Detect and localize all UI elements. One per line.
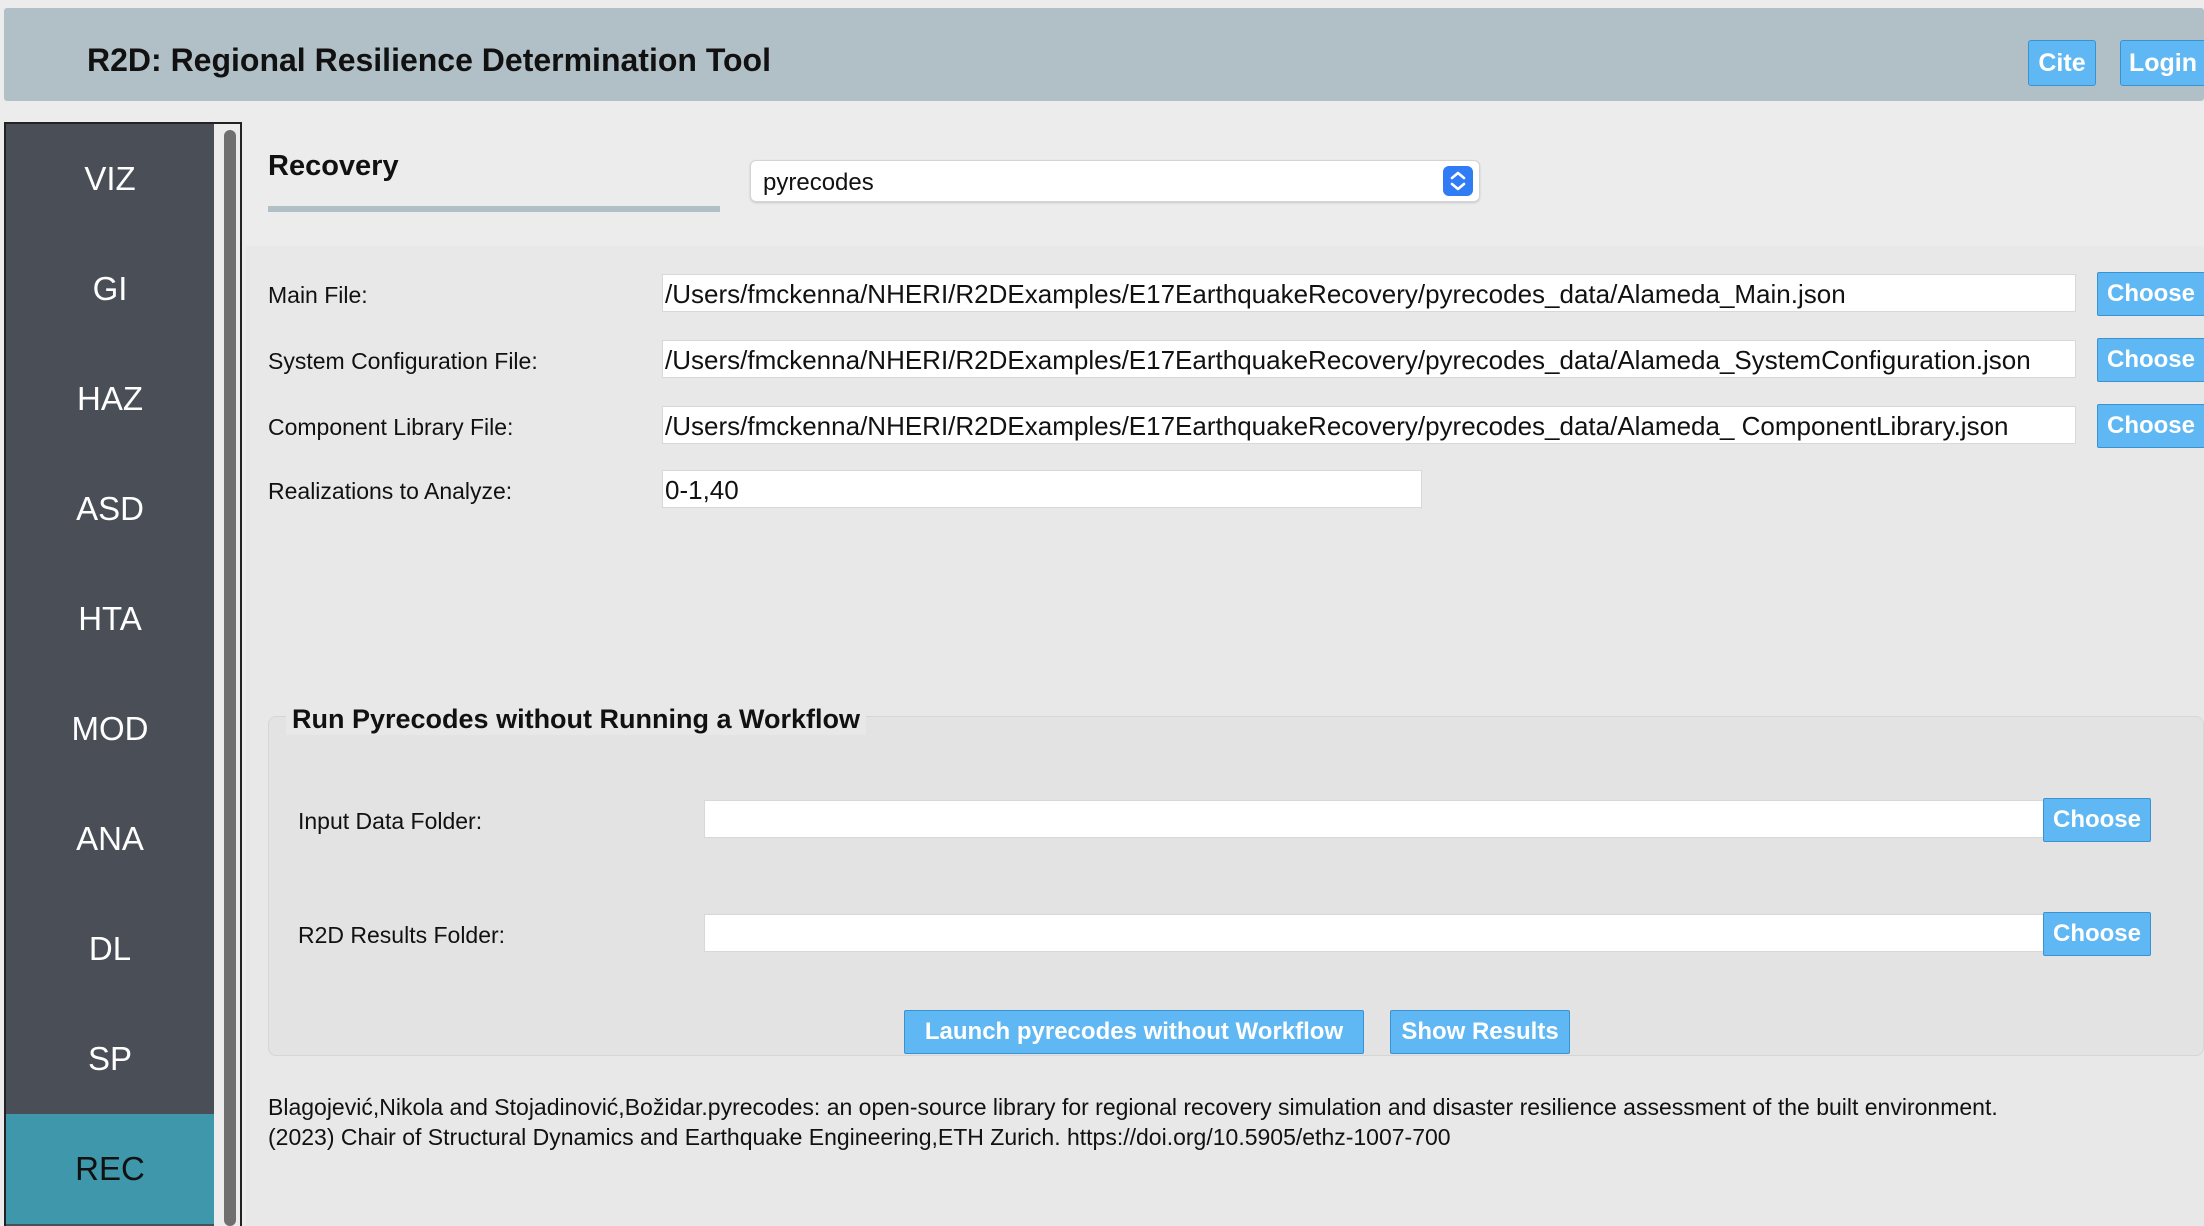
results-folder-choose-button[interactable]: Choose	[2043, 912, 2151, 956]
sidebar-scrollbar[interactable]	[218, 124, 240, 1226]
results-folder-label: R2D Results Folder:	[298, 922, 506, 948]
recovery-method-select[interactable]: pyrecodes	[750, 160, 1480, 202]
realizations-input[interactable]: 0-1,40	[662, 470, 1422, 508]
sidebar-item-sp[interactable]: SP	[6, 1004, 214, 1114]
show-results-button[interactable]: Show Results	[1390, 1010, 1570, 1054]
login-button[interactable]: Login	[2120, 40, 2204, 86]
sidebar-item-hta[interactable]: HTA	[6, 564, 214, 674]
input-data-folder-label: Input Data Folder:	[298, 808, 483, 834]
page-title: Recovery	[268, 150, 399, 182]
main-panel: Recovery pyrecodes Main File: /Users/fmc…	[246, 110, 2204, 1226]
sidebar-item-mod[interactable]: MOD	[6, 674, 214, 784]
chevron-updown-icon	[1443, 166, 1473, 196]
sidebar-item-viz[interactable]: VIZ	[6, 124, 214, 234]
sidebar-item-ana[interactable]: ANA	[6, 784, 214, 894]
standalone-run-group	[268, 716, 2204, 1056]
sidebar-item-dl[interactable]: DL	[6, 894, 214, 1004]
title-bar: R2D: Regional Resilience Determination T…	[4, 8, 2204, 101]
sidebar-scrollbar-thumb[interactable]	[224, 130, 236, 1226]
system-config-input[interactable]: /Users/fmckenna/NHERI/R2DExamples/E17Ear…	[662, 340, 2076, 378]
cite-button[interactable]: Cite	[2028, 40, 2096, 86]
sidebar-item-rec[interactable]: REC	[6, 1114, 214, 1224]
main-file-input[interactable]: /Users/fmckenna/NHERI/R2DExamples/E17Ear…	[662, 274, 2076, 312]
main-file-label: Main File:	[268, 282, 368, 308]
system-config-choose-button[interactable]: Choose	[2097, 338, 2204, 382]
component-library-choose-button[interactable]: Choose	[2097, 404, 2204, 448]
recovery-method-value: pyrecodes	[763, 169, 874, 196]
sidebar-item-gi[interactable]: GI	[6, 234, 214, 344]
citation-text: Blagojević,Nikola and Stojadinović,Božid…	[268, 1092, 2198, 1152]
results-folder-input[interactable]	[704, 914, 2074, 952]
component-library-input[interactable]: /Users/fmckenna/NHERI/R2DExamples/E17Ear…	[662, 406, 2076, 444]
input-data-folder-choose-button[interactable]: Choose	[2043, 798, 2151, 842]
citation-line-2: (2023) Chair of Structural Dynamics and …	[268, 1124, 1451, 1150]
system-config-label: System Configuration File:	[268, 348, 538, 374]
sidebar-item-asd[interactable]: ASD	[6, 454, 214, 564]
input-data-folder-input[interactable]	[704, 800, 2074, 838]
launch-pyrecodes-button[interactable]: Launch pyrecodes without Workflow	[904, 1010, 1364, 1054]
citation-line-1: Blagojević,Nikola and Stojadinović,Božid…	[268, 1094, 1998, 1120]
title-underline	[268, 206, 720, 212]
realizations-label: Realizations to Analyze:	[268, 478, 513, 504]
sidebar: VIZ GI HAZ ASD HTA MOD ANA DL SP REC	[4, 122, 242, 1226]
sidebar-nav: VIZ GI HAZ ASD HTA MOD ANA DL SP REC	[6, 124, 214, 1226]
main-file-choose-button[interactable]: Choose	[2097, 272, 2204, 316]
component-library-label: Component Library File:	[268, 414, 514, 440]
standalone-run-title: Run Pyrecodes without Running a Workflow	[286, 704, 867, 735]
sidebar-item-haz[interactable]: HAZ	[6, 344, 214, 454]
recovery-settings-panel: Main File: /Users/fmckenna/NHERI/R2DExam…	[246, 246, 2204, 1226]
app-title: R2D: Regional Resilience Determination T…	[87, 42, 771, 78]
